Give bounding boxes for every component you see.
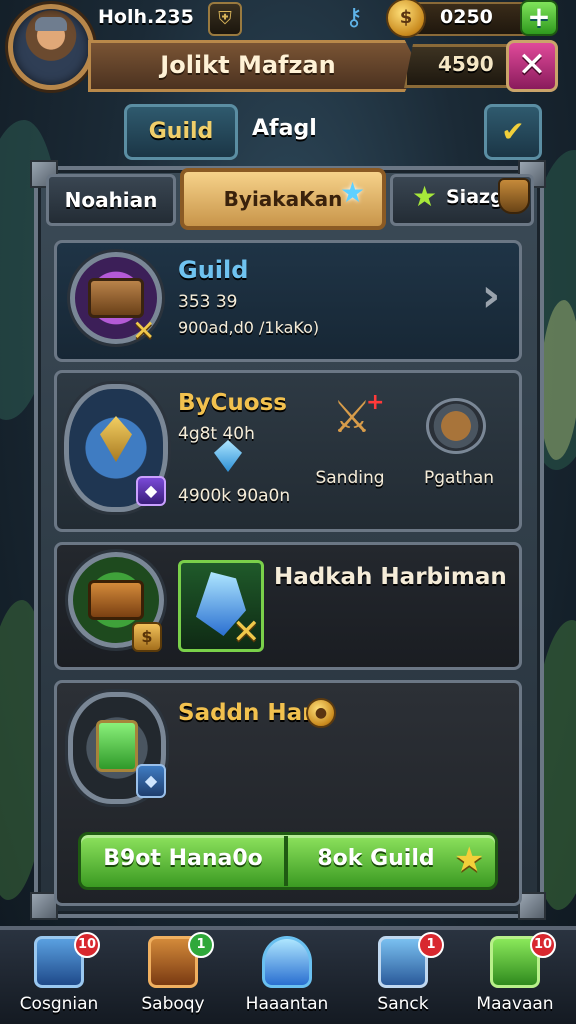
blue-shard-icon: ◆	[136, 764, 166, 798]
crystal-icon	[262, 936, 312, 988]
nav-item-maavaan[interactable]: 10 Maavaan	[460, 928, 570, 1024]
star-icon: ★	[454, 840, 485, 880]
plus-icon: +	[366, 390, 385, 415]
nav-item-sanck[interactable]: 1 Sanck	[348, 928, 458, 1024]
nav-label: Cosgnian	[19, 994, 99, 1014]
purple-rune-icon: ◆	[136, 476, 166, 506]
bycuoss-title: ByCuoss	[178, 390, 287, 416]
bycuoss-line1: 4g8t 40h	[178, 424, 255, 444]
key-icon[interactable]: ⚷	[336, 2, 372, 32]
chevron-right-icon[interactable]: ›	[474, 272, 508, 322]
nav-label: Haaantan	[245, 994, 329, 1014]
treasure-chest-icon[interactable]	[426, 398, 486, 454]
green-star-icon: ★	[412, 180, 438, 213]
nav-label: Saboqy	[141, 994, 205, 1014]
blue-star-icon: ★	[340, 176, 366, 209]
hana-button[interactable]: B9ot Hana0o	[88, 846, 278, 871]
crossed-swords-icon: ✕	[232, 612, 261, 652]
crossed-swords-icon: ✕	[132, 314, 156, 347]
nav-item-haaantan[interactable]: Haaantan	[232, 928, 342, 1024]
add-coins-button[interactable]: +	[520, 0, 558, 36]
frame-corner-ornament	[518, 892, 546, 920]
saddn-title: Saddn Han	[178, 700, 319, 726]
close-button[interactable]: ✕	[506, 40, 558, 92]
player-name: Holh.235	[98, 6, 194, 28]
nav-item-cosgnian[interactable]: 10 Cosgnian	[4, 928, 114, 1024]
hadkah-title: Hadkah Harbiman	[274, 564, 507, 590]
bycuoss-line2: 4900k 90a0n	[178, 486, 291, 506]
green-gem-icon	[96, 720, 138, 772]
tab-afagl[interactable]: Afagl	[252, 116, 317, 141]
nav-item-saboqy[interactable]: 1 Saboqy	[118, 928, 228, 1024]
button-divider	[284, 836, 288, 886]
top-bar: Holh.235 ⛨ ⚷ $ 0250 + Jolikt Mafzan 4590…	[0, 0, 576, 100]
notification-badge: 1	[418, 932, 444, 958]
gold-badge-icon: $	[132, 622, 162, 652]
guild-panel-title: Guild	[178, 256, 249, 284]
confirm-check-icon[interactable]: ✔	[484, 104, 542, 160]
rank-shield-icon[interactable]: ⛨	[208, 2, 242, 36]
guild-panel-line1: 353 39	[178, 292, 238, 312]
chest-icon	[88, 580, 144, 620]
player-avatar[interactable]	[8, 4, 94, 90]
notification-badge: 10	[74, 932, 100, 958]
coin-value: 0250	[440, 6, 493, 28]
join-guild-button[interactable]: 8ok Guild	[296, 846, 456, 871]
nav-label: Maavaan	[476, 994, 554, 1014]
notification-badge: 1	[188, 932, 214, 958]
coin-icon: ●	[306, 698, 336, 728]
reward-sanding-label: Sanding	[315, 468, 385, 488]
tab-guild[interactable]: Guild	[124, 104, 238, 160]
nav-label: Sanck	[377, 994, 429, 1014]
reward-pgathan-label: Pgathan	[423, 468, 495, 488]
wooden-shield-icon	[498, 178, 530, 214]
notification-badge: 10	[530, 932, 556, 958]
gem-value: 4590	[438, 52, 494, 76]
guild-panel-line2: 900ad,d0 /1kaKo)	[178, 318, 320, 337]
chest-icon	[88, 278, 144, 318]
subtab-noahian[interactable]: Noahian	[46, 174, 176, 226]
subtab-siazg-label: Siazg	[446, 186, 504, 208]
banner-title: Jolikt Mafzan	[160, 51, 336, 79]
